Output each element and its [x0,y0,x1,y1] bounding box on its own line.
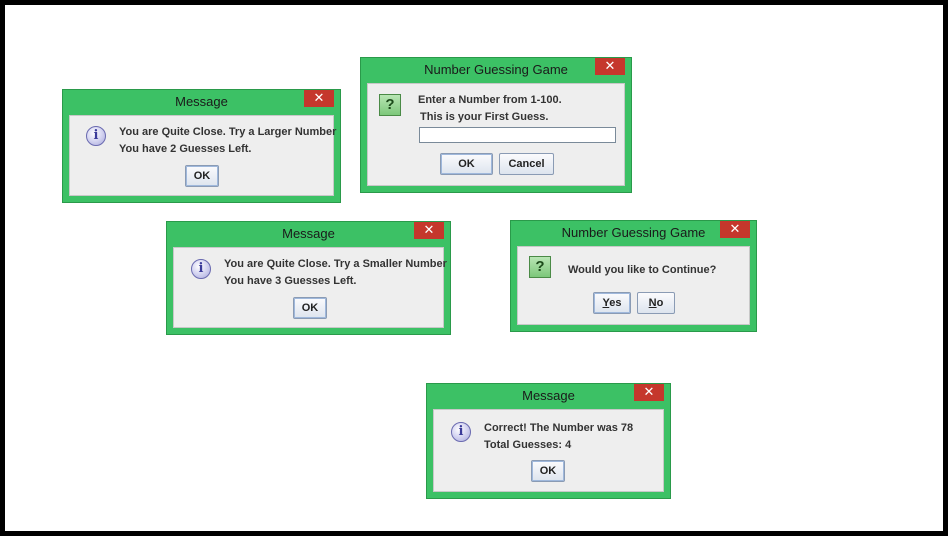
message-text: You are Quite Close. Try a Smaller Numbe… [224,256,447,290]
prompt-line-2: This is your First Guess. [420,111,549,123]
guess-input[interactable] [419,127,616,143]
question-icon: ? [379,94,401,116]
title-bar[interactable]: Message ✕ [427,384,670,408]
dialog-title: Number Guessing Game [424,62,568,77]
close-button[interactable]: ✕ [595,58,625,75]
no-button[interactable]: No [637,292,675,314]
no-label-rest: o [656,297,664,309]
dialog-body: i You are Quite Close. Try a Larger Numb… [69,115,336,196]
title-bar[interactable]: Message ✕ [63,90,340,114]
message-text: Correct! The Number was 78 Total Guesses… [484,420,633,454]
message-line-1: You are Quite Close. Try a Smaller Numbe… [224,258,447,270]
message-dialog-larger: Message ✕ i You are Quite Close. Try a L… [62,89,341,203]
dialog-title: Message [175,94,228,109]
dialog-body: i Correct! The Number was 78 Total Guess… [433,409,664,492]
close-button[interactable]: ✕ [720,221,750,238]
prompt-text: Enter a Number from 1-100. This is your … [418,92,562,126]
title-bar[interactable]: Number Guessing Game ✕ [511,221,756,245]
yes-label-rest: es [609,297,622,309]
question-text: Would you like to Continue? [568,264,717,276]
dialog-body: i You are Quite Close. Try a Smaller Num… [173,247,447,328]
dialog-body: ? Enter a Number from 1-100. This is you… [367,83,625,186]
input-dialog: Number Guessing Game ✕ ? Enter a Number … [360,57,632,193]
message-line-1: You are Quite Close. Try a Larger Number [119,126,337,138]
prompt-line-1: Enter a Number from 1-100. [418,94,562,106]
message-line-2: You have 2 Guesses Left. [119,143,252,155]
dialog-title: Message [282,226,335,241]
info-icon: i [86,126,106,146]
message-line-2: You have 3 Guesses Left. [224,275,357,287]
confirm-dialog: Number Guessing Game ✕ ? Would you like … [510,220,757,332]
message-text: You are Quite Close. Try a Larger Number… [119,124,336,158]
close-button[interactable]: ✕ [634,384,664,401]
close-button[interactable]: ✕ [304,90,334,107]
ok-button[interactable]: OK [293,297,327,319]
no-mnemonic: N [648,297,657,309]
title-bar[interactable]: Number Guessing Game ✕ [361,58,631,82]
info-icon: i [451,422,471,442]
yes-button[interactable]: Yes [593,292,631,314]
message-line-2: Total Guesses: 4 [484,439,572,451]
dialog-body: ? Would you like to Continue? Yes No [517,246,750,325]
ok-button[interactable]: OK [185,165,219,187]
close-button[interactable]: ✕ [414,222,444,239]
message-dialog-smaller: Message ✕ i You are Quite Close. Try a S… [166,221,451,335]
ok-button[interactable]: OK [531,460,565,482]
question-icon: ? [529,256,551,278]
info-icon: i [191,259,211,279]
cancel-button[interactable]: Cancel [499,153,554,175]
message-line-1: Correct! The Number was 78 [484,422,634,434]
title-bar[interactable]: Message ✕ [167,222,450,246]
ok-button[interactable]: OK [440,153,493,175]
message-dialog-correct: Message ✕ i Correct! The Number was 78 T… [426,383,671,499]
